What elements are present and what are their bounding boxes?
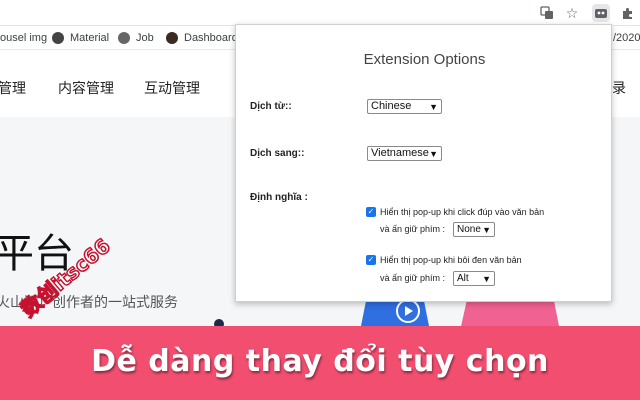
star-icon[interactable]: ☆: [563, 4, 581, 22]
material-icon: [52, 32, 64, 44]
option1-key-label: và ấn giữ phím :: [380, 224, 446, 234]
puzzle-icon[interactable]: [618, 4, 636, 22]
nav-item[interactable]: 管理: [0, 78, 26, 98]
dashboard-icon: [166, 32, 178, 44]
option2-key-select[interactable]: Alt ▼: [453, 271, 495, 286]
to-language-label: Dịch sang::: [250, 148, 305, 159]
option1-text: Hiển thị pop-up khi click đúp vào văn bả…: [380, 207, 545, 217]
nav-item[interactable]: 互动管理: [144, 78, 200, 98]
extension-options-popup: Extension Options Dịch từ:: Chinese ▼ Dị…: [235, 24, 612, 302]
globe-icon: [118, 32, 130, 44]
promo-banner: Dễ dàng thay đổi tùy chọn: [0, 326, 640, 400]
from-language-select[interactable]: Chinese ▼: [367, 99, 442, 114]
popup-title: Extension Options: [363, 51, 486, 68]
browser-toolbar: ☆: [0, 0, 640, 26]
chevron-down-icon: ▼: [429, 102, 438, 112]
double-click-checkbox[interactable]: ✓: [366, 207, 376, 217]
extension-active-icon[interactable]: [592, 4, 610, 22]
translate-icon[interactable]: [538, 4, 556, 22]
nav-item[interactable]: 内容管理: [58, 78, 114, 98]
banner-text: Dễ dàng thay đổi tùy chọn: [91, 344, 549, 379]
bookmark-item[interactable]: ousel img: [0, 31, 47, 45]
option2-key-label: và ấn giữ phím :: [380, 273, 446, 283]
bookmark-item[interactable]: Job: [118, 31, 154, 45]
option1-key-select[interactable]: None ▼: [453, 222, 495, 237]
definition-label: Định nghĩa :: [250, 192, 308, 203]
from-language-label: Dịch từ::: [250, 101, 292, 112]
chevron-down-icon: ▼: [429, 149, 438, 159]
option2-text: Hiển thị pop-up khi bôi đen văn bản: [380, 255, 522, 265]
to-language-select[interactable]: Vietnamese ▼: [367, 146, 442, 161]
highlight-checkbox[interactable]: ✓: [366, 255, 376, 265]
url-fragment: /2020: [613, 32, 640, 44]
chevron-down-icon: ▼: [482, 274, 491, 284]
nav-item[interactable]: 录: [612, 78, 626, 98]
bookmark-item[interactable]: Material: [52, 31, 109, 45]
chevron-down-icon: ▼: [482, 225, 491, 235]
